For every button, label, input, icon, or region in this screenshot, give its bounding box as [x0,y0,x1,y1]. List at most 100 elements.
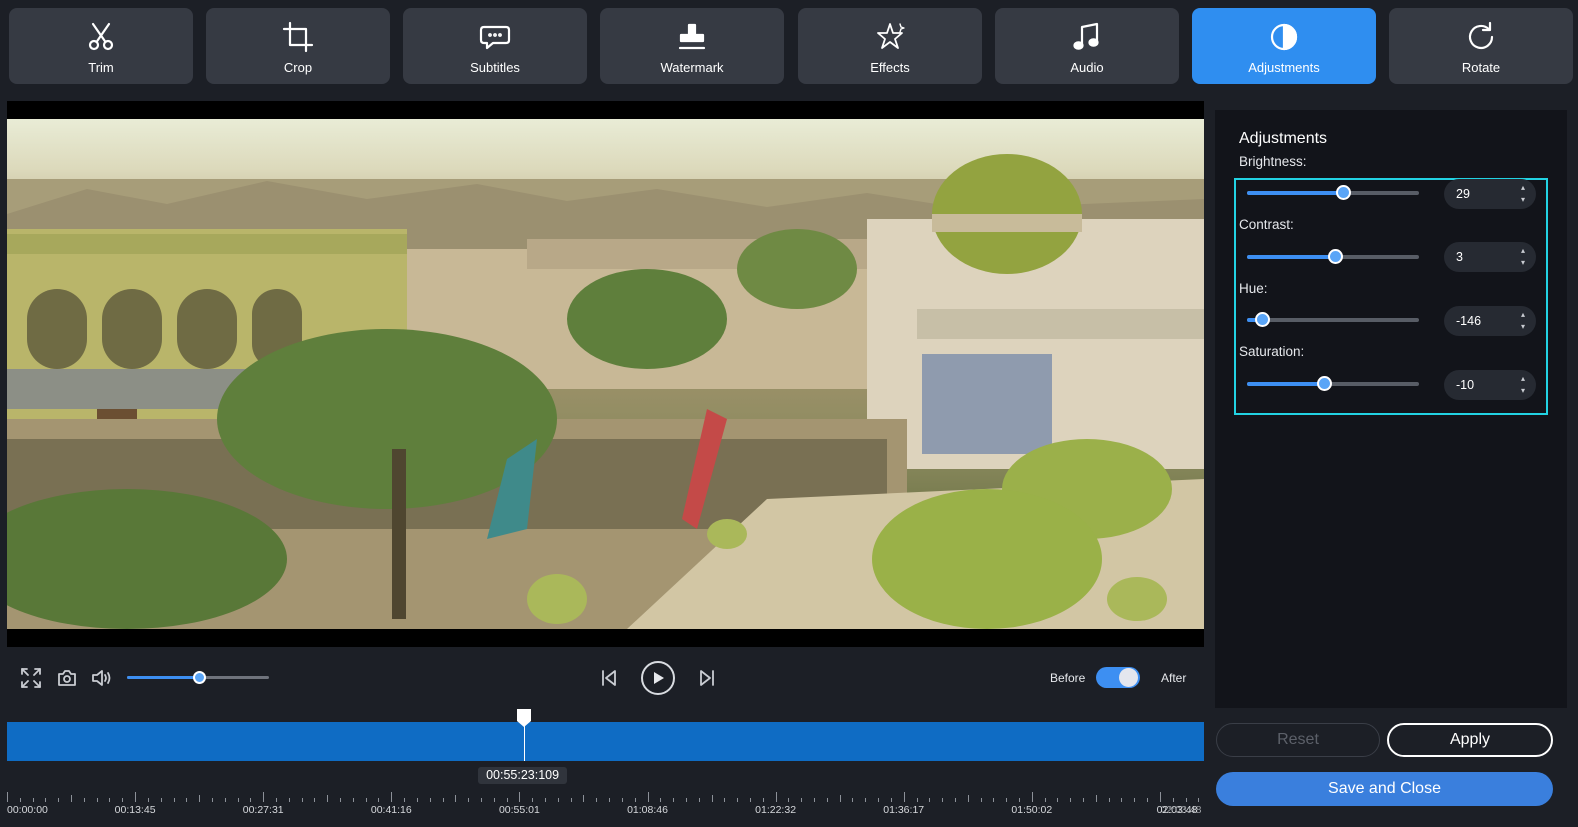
ruler-tick [826,798,828,802]
stepper-up-icon[interactable]: ▴ [1518,182,1528,194]
ruler-tick [186,798,188,802]
ruler-label: 00:55:01 [498,804,540,816]
stepper-down-icon[interactable]: ▾ [1518,194,1528,206]
slider-knob[interactable] [1327,249,1343,264]
ruler-tick [583,795,585,802]
ruler-tick [916,798,918,802]
video-preview [7,101,1204,647]
tab-rotate[interactable]: Rotate [1389,8,1573,84]
ruler-tick [1018,798,1020,802]
ruler-tick [276,798,277,802]
ruler-tick [1185,798,1187,802]
hue-slider[interactable] [1247,312,1419,327]
ruler-tick [878,798,880,802]
ruler-end-label: 02:03:48 [1160,804,1202,816]
ruler-tick [250,798,252,802]
ruler-tick [852,798,854,802]
tab-effects[interactable]: Effects [798,8,982,84]
stepper-down-icon[interactable]: ▾ [1518,385,1528,397]
tool-toolbar: Trim Crop Subtitles Watermark Effects Au… [0,0,1578,92]
tab-trim[interactable]: Trim [9,8,193,84]
contrast-value: 3 [1456,250,1463,264]
ruler-tick [698,798,700,802]
ruler-label: 00:27:31 [242,804,284,816]
speaker-volume-icon[interactable] [90,666,114,690]
ruler-tick [135,792,137,802]
ruler-tick [365,798,367,802]
ruler-tick [685,798,687,802]
rotate-clockwise-icon [1464,20,1498,54]
ruler-tick [96,798,98,802]
playhead-handle[interactable] [516,708,532,728]
stepper: ▴ ▾ [1518,182,1528,206]
ruler-tick [429,798,431,802]
stepper-up-icon[interactable]: ▴ [1518,245,1528,257]
ruler-tick [224,798,226,802]
brightness-slider[interactable] [1247,185,1419,200]
ruler-tick [749,798,751,802]
tab-subtitles[interactable]: Subtitles [403,8,587,84]
contrast-slider[interactable] [1247,249,1419,264]
tab-watermark[interactable]: Watermark [600,8,784,84]
ruler-tick [660,798,662,802]
ruler-tick [1159,792,1161,802]
ruler-tick [1031,792,1033,802]
ruler-tick [596,798,598,802]
stepper-up-icon[interactable]: ▴ [1518,373,1528,385]
apply-button[interactable]: Apply [1387,723,1553,757]
ruler-tick [1172,798,1174,802]
time-ruler[interactable]: 00:00:00 00:13:45 00:27:31 00:41:16 00:55:01… [7,788,1204,824]
ruler-tick [416,798,418,802]
ruler-tick [1083,798,1085,802]
ruler-tick [570,798,572,802]
skip-next-icon[interactable] [695,666,719,690]
camera-snapshot-icon[interactable] [55,666,79,690]
contrast-input[interactable]: 3 ▴ ▾ [1444,242,1536,272]
stepper-down-icon[interactable]: ▾ [1518,321,1528,333]
saturation-slider[interactable] [1247,376,1419,391]
brightness-input[interactable]: 29 ▴ ▾ [1444,179,1536,209]
play-button[interactable] [641,661,675,695]
sparkle-star-icon [873,20,907,54]
skip-previous-icon[interactable] [597,666,621,690]
saturation-input[interactable]: -10 ▴ ▾ [1444,370,1536,400]
tab-adjustments[interactable]: Adjustments [1192,8,1376,84]
ruler-tick [301,798,303,802]
hue-label: Hue: [1239,281,1268,296]
music-note-icon [1070,20,1104,54]
ruler-tick [980,798,982,802]
ruler-tick [7,792,8,802]
volume-knob[interactable] [193,671,207,684]
ruler-tick [71,795,73,802]
before-after-toggle[interactable] [1096,667,1140,688]
tab-label: Audio [1070,60,1104,75]
volume-slider[interactable] [127,671,269,684]
tab-label: Adjustments [1248,60,1320,75]
ruler-tick [1057,798,1059,802]
tab-label: Rotate [1461,60,1501,75]
ruler-tick [1108,798,1110,802]
stepper-up-icon[interactable]: ▴ [1518,309,1528,321]
save-and-close-button[interactable]: Save and Close [1216,772,1553,806]
ruler-tick [442,798,444,802]
ruler-tick [647,792,649,802]
tab-audio[interactable]: Audio [995,8,1179,84]
before-label: Before [1050,671,1086,685]
stepper-down-icon[interactable]: ▾ [1518,257,1528,269]
ruler-tick [711,795,713,802]
ruler-tick [1006,798,1008,802]
tab-crop[interactable]: Crop [206,8,390,84]
hue-input[interactable]: -146 ▴ ▾ [1444,306,1536,336]
ruler-tick [480,798,482,802]
timeline-track[interactable] [7,722,1204,761]
ruler-tick [147,798,149,802]
fullscreen-icon[interactable] [19,666,43,690]
reset-button[interactable]: Reset [1216,723,1380,757]
ruler-tick [1044,798,1046,802]
ruler-label: 01:36:17 [883,804,925,816]
speech-bubble-icon [478,20,512,54]
ruler-tick [1198,798,1200,802]
ruler-label: 01:22:32 [755,804,797,816]
tab-label: Subtitles [470,60,520,75]
volume-fill [127,676,200,679]
